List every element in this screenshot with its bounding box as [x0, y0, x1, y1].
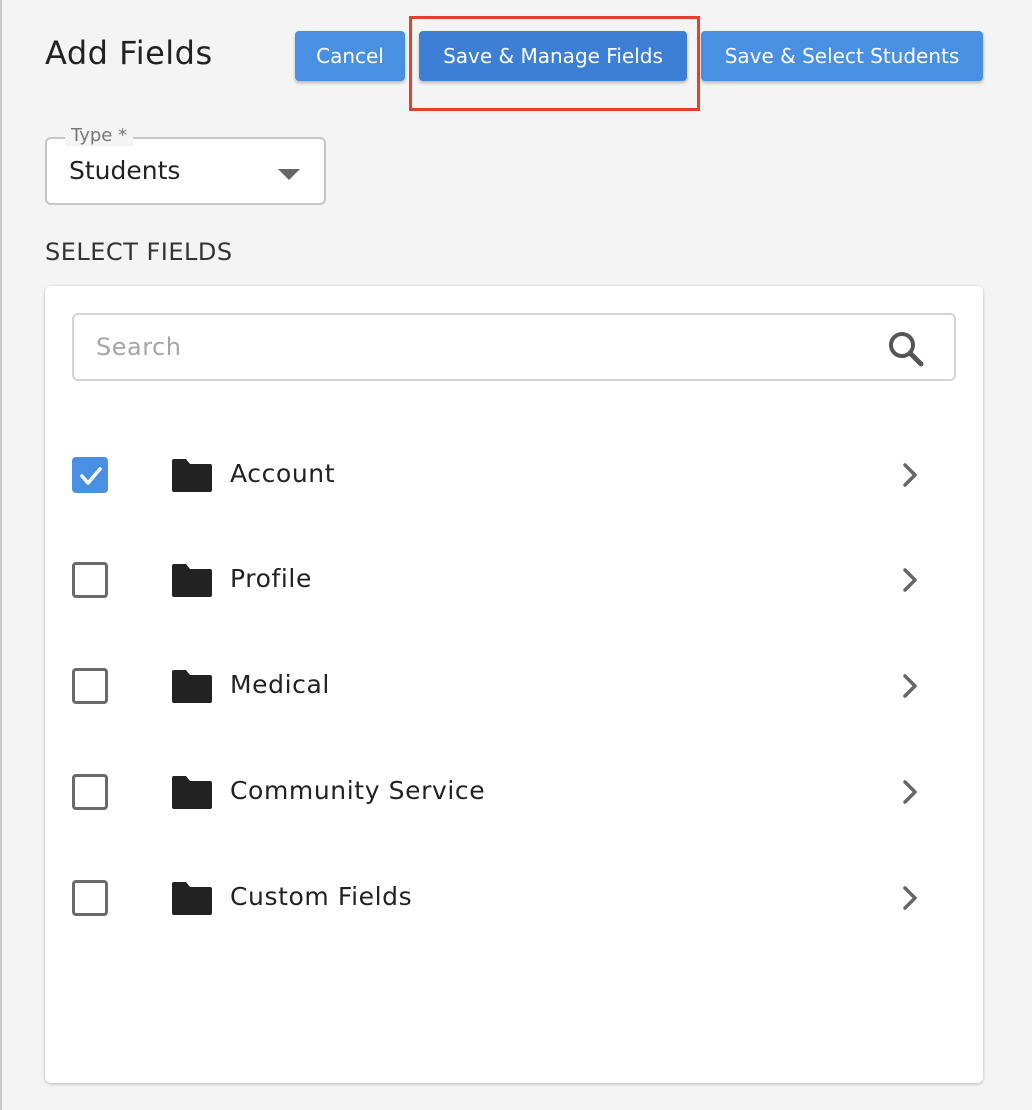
field-group-checkbox[interactable]: [72, 562, 108, 598]
folder-icon: [172, 776, 212, 809]
caret-down-icon: [278, 169, 300, 180]
chevron-right-icon[interactable]: [898, 672, 922, 700]
type-select[interactable]: Type * Students: [45, 125, 326, 205]
check-icon: [80, 467, 102, 485]
folder-icon: [172, 459, 212, 492]
chevron-right-icon[interactable]: [898, 778, 922, 806]
chevron-right-icon[interactable]: [898, 566, 922, 594]
field-group-checkbox[interactable]: [72, 774, 108, 810]
section-heading: SELECT FIELDS: [45, 238, 233, 266]
folder-icon: [172, 670, 212, 703]
field-group-label: Profile: [230, 564, 312, 593]
field-group-label: Community Service: [230, 776, 486, 805]
fields-card: Account Profile Medical Community Servic…: [45, 286, 983, 1083]
field-group-row[interactable]: Profile: [45, 540, 983, 620]
field-group-label: Custom Fields: [230, 882, 413, 911]
field-group-checkbox[interactable]: [72, 668, 108, 704]
type-label: Type *: [65, 125, 134, 146]
field-group-label: Account: [230, 459, 336, 488]
field-group-row[interactable]: Account: [45, 435, 983, 515]
field-group-label: Medical: [230, 670, 330, 699]
cancel-button[interactable]: Cancel: [295, 31, 405, 81]
folder-icon: [172, 564, 212, 597]
chevron-right-icon[interactable]: [898, 461, 922, 489]
field-group-row[interactable]: Community Service: [45, 752, 983, 832]
type-value: Students: [69, 156, 181, 185]
search-icon[interactable]: [886, 329, 926, 369]
add-fields-dialog: Add Fields Cancel Save & Manage Fields S…: [0, 0, 1032, 1110]
save-select-students-button[interactable]: Save & Select Students: [701, 31, 983, 81]
field-group-checkbox[interactable]: [72, 457, 108, 493]
save-manage-fields-button[interactable]: Save & Manage Fields: [419, 31, 687, 81]
search-input[interactable]: [96, 329, 856, 365]
search-box: [72, 313, 956, 381]
chevron-right-icon[interactable]: [898, 884, 922, 912]
dialog-title: Add Fields: [45, 34, 213, 72]
field-group-checkbox[interactable]: [72, 880, 108, 916]
folder-icon: [172, 882, 212, 915]
field-group-row[interactable]: Custom Fields: [45, 858, 983, 938]
field-group-row[interactable]: Medical: [45, 646, 983, 726]
